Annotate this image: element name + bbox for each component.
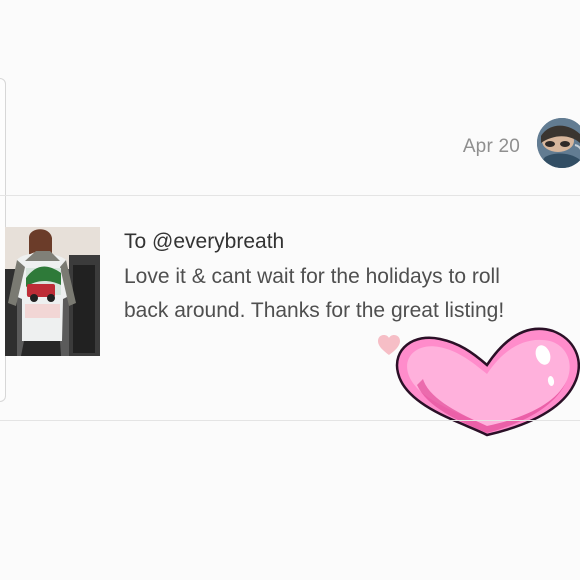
review-screen: Apr 20 To @everybreath Love it & cant wa… <box>0 0 580 580</box>
bottom-divider <box>0 420 580 421</box>
review-content: To @everybreath Love it & cant wait for … <box>124 228 574 328</box>
review-message-line-1: Love it & cant wait for the holidays to … <box>124 265 500 288</box>
review-recipient[interactable]: To @everybreath <box>124 228 574 256</box>
listing-thumbnail[interactable] <box>5 227 100 356</box>
avatar-icon <box>537 118 580 168</box>
user-avatar[interactable] <box>537 118 580 168</box>
heart-sticker-icon <box>393 323 580 441</box>
heart-sticker-svg <box>395 327 580 437</box>
top-divider <box>0 195 580 196</box>
review-date: Apr 20 <box>462 136 520 157</box>
thumbnail-image <box>5 227 100 356</box>
review-message: Love it & cant wait for the holidays to … <box>124 260 574 328</box>
